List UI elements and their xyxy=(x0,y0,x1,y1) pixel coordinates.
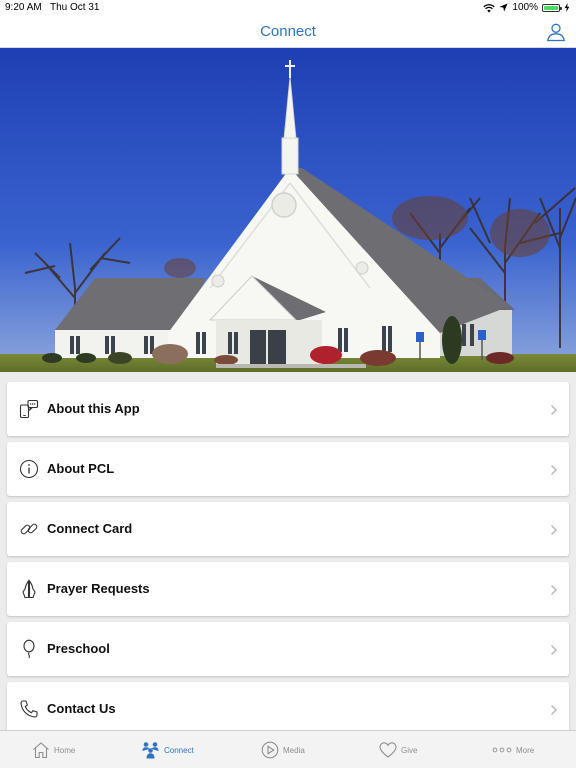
link-icon xyxy=(20,523,38,535)
menu-item-label: About PCL xyxy=(47,461,115,476)
tab-media[interactable]: Media xyxy=(261,731,305,768)
connect-menu-list: About this App About PCL Connect Card Pr… xyxy=(0,372,576,730)
tab-home[interactable]: Home xyxy=(32,731,75,768)
status-date: Thu Oct 31 xyxy=(50,2,100,13)
church-illustration xyxy=(0,48,576,372)
charging-bolt-icon xyxy=(564,3,570,12)
menu-item-connect-card[interactable]: Connect Card xyxy=(7,502,569,556)
status-time: 9:20 AM xyxy=(5,2,42,13)
navigation-bar: Connect xyxy=(0,16,576,48)
chevron-right-icon xyxy=(551,525,557,535)
menu-item-label: Connect Card xyxy=(47,521,133,536)
tab-label: Media xyxy=(283,745,305,755)
status-bar: 9:20 AM Thu Oct 31 100% xyxy=(0,0,576,16)
person-icon[interactable] xyxy=(546,22,566,42)
menu-item-contact-us[interactable]: Contact Us xyxy=(7,682,569,730)
balloon-icon xyxy=(23,639,35,659)
battery-fill xyxy=(544,5,558,10)
page-title: Connect xyxy=(260,23,316,40)
menu-item-preschool[interactable]: Preschool xyxy=(7,622,569,676)
menu-item-label: Prayer Requests xyxy=(47,581,150,596)
menu-item-about-pcl[interactable]: About PCL xyxy=(7,442,569,496)
play-icon xyxy=(261,741,279,759)
battery-percent: 100% xyxy=(512,2,538,13)
phone-chat-icon xyxy=(19,399,39,419)
people-icon xyxy=(142,742,159,759)
church-photo xyxy=(0,48,576,372)
heart-icon xyxy=(379,742,397,758)
chevron-right-icon xyxy=(551,645,557,655)
info-icon xyxy=(19,459,39,479)
tab-label: Give xyxy=(401,745,418,755)
more-dots-icon xyxy=(492,747,512,753)
praying-hands-icon xyxy=(22,579,36,599)
tab-give[interactable]: Give xyxy=(379,731,417,768)
menu-item-prayer-requests[interactable]: Prayer Requests xyxy=(7,562,569,616)
phone-icon xyxy=(20,700,38,718)
location-arrow-icon xyxy=(499,3,508,12)
menu-item-label: Preschool xyxy=(47,641,110,656)
battery-icon xyxy=(542,3,562,12)
tab-more[interactable]: More xyxy=(492,731,534,768)
menu-item-label: About this App xyxy=(47,401,140,416)
home-icon xyxy=(33,742,49,759)
wifi-icon xyxy=(483,3,496,12)
tab-label: Home xyxy=(54,745,76,755)
chevron-right-icon xyxy=(551,585,557,595)
chevron-right-icon xyxy=(551,465,557,475)
tab-label: More xyxy=(516,745,535,755)
status-right-group: 100% xyxy=(483,2,570,13)
chevron-right-icon xyxy=(551,705,557,715)
menu-item-label: Contact Us xyxy=(47,701,116,716)
tab-connect[interactable]: Connect xyxy=(141,731,194,768)
tab-label: Connect xyxy=(164,745,194,755)
chevron-right-icon xyxy=(551,405,557,415)
menu-item-about-app[interactable]: About this App xyxy=(7,382,569,436)
tab-bar: Home Connect Media Give More xyxy=(0,730,576,768)
